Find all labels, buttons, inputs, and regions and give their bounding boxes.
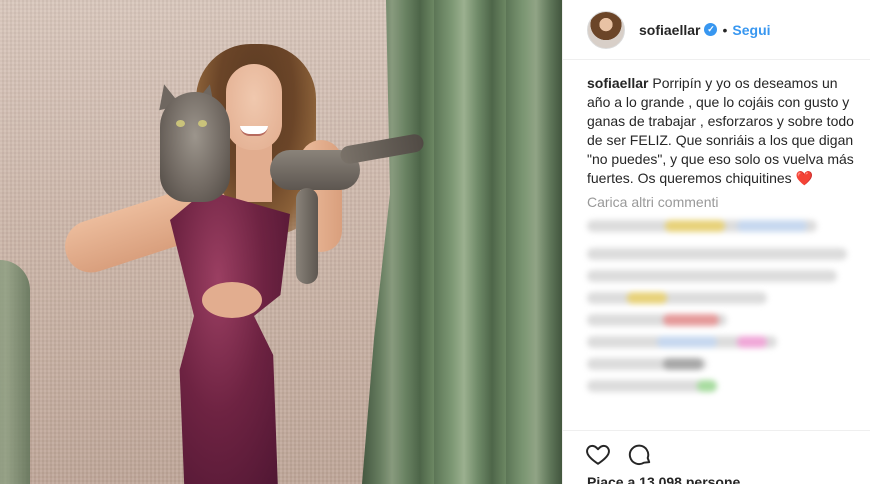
blurred-comment-line (587, 270, 837, 282)
person-neck (236, 142, 272, 202)
heart-icon[interactable] (585, 441, 611, 467)
blurred-comment-line (587, 380, 717, 392)
curtain-left (0, 260, 30, 484)
blurred-chip (665, 220, 725, 232)
blurred-comment-line (587, 292, 767, 304)
header-username[interactable]: sofiaellar (639, 22, 700, 38)
cat-head (160, 92, 230, 202)
dress-cutout (202, 282, 262, 318)
comment-icon[interactable] (627, 441, 653, 467)
verified-badge-icon: ✓ (704, 23, 718, 36)
post-photo[interactable] (0, 0, 562, 484)
likes-count[interactable]: Piace a 13.098 persone (587, 474, 740, 484)
blurred-comment-line (587, 248, 847, 260)
post-header: sofiaellar ✓ • Segui (563, 0, 870, 60)
blurred-comment-line (587, 358, 707, 370)
blurred-comments (587, 220, 860, 428)
red-heart-emoji-icon: ❤️ (795, 170, 813, 186)
cat-eye-left (176, 120, 185, 127)
person-face (226, 64, 282, 150)
caption-username[interactable]: sofiaellar (587, 75, 648, 91)
blurred-chip (657, 336, 717, 348)
follow-button[interactable]: Segui (732, 22, 770, 38)
comments-section: sofiaellar Porripín y yo os deseamos un … (563, 60, 870, 428)
cat-eye-right (198, 120, 207, 127)
blurred-comment-line (587, 336, 777, 348)
blurred-chip (627, 292, 667, 304)
caption-text: Porripín y yo os deseamos un año a lo gr… (587, 75, 854, 186)
blurred-comment-line (587, 314, 727, 326)
curtain-shade (362, 0, 562, 484)
avatar[interactable] (587, 10, 625, 49)
load-more-comments-link[interactable]: Carica altri commenti (587, 194, 860, 210)
blurred-chip (737, 220, 807, 232)
blurred-chip (737, 336, 767, 348)
blurred-chip (663, 314, 719, 326)
header-separator: • (722, 21, 728, 38)
post-side-panel: sofiaellar ✓ • Segui sofiaellar Porripín… (562, 0, 870, 484)
blurred-chip (697, 380, 717, 392)
blurred-chip (663, 358, 703, 370)
cat-leg (296, 188, 318, 284)
caption: sofiaellar Porripín y yo os deseamos un … (587, 74, 860, 188)
blurred-comment-line (587, 220, 817, 232)
